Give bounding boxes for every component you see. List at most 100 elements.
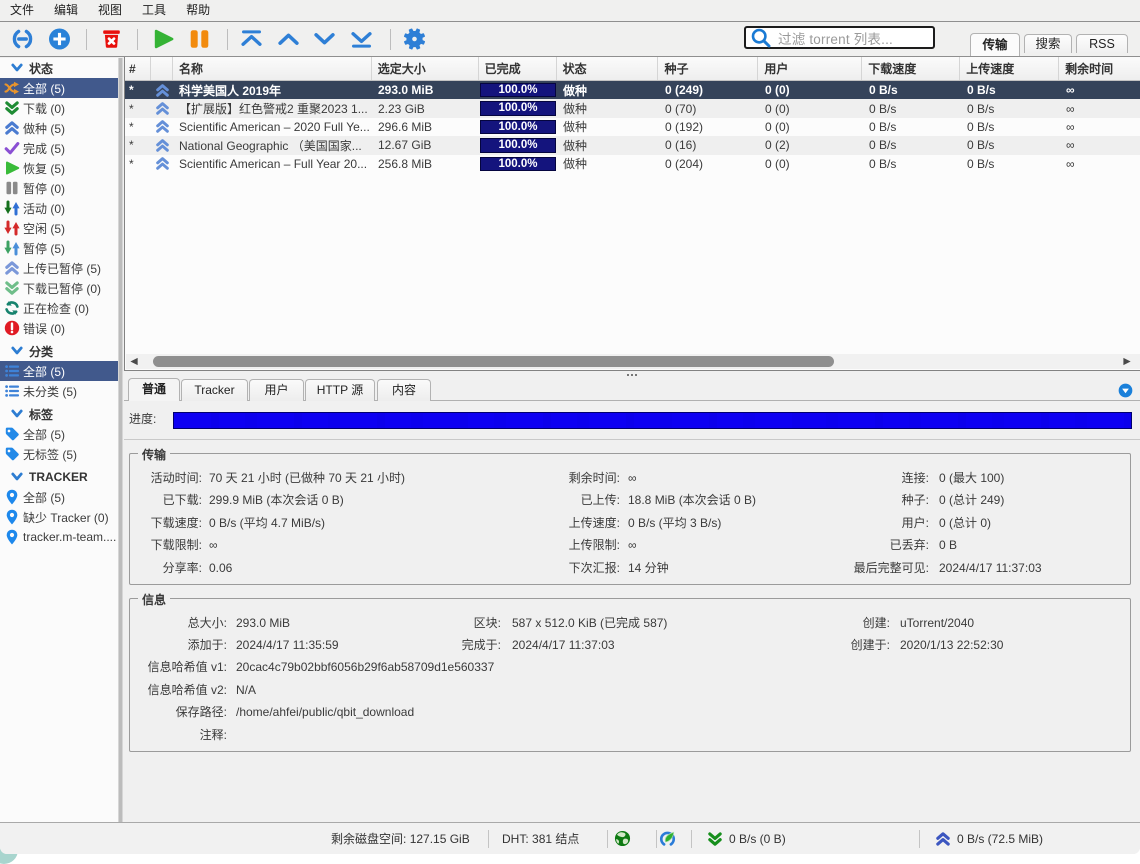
sidebar-item-tag-untagged[interactable]: 无标签 (5) <box>0 444 118 464</box>
details-panel-general: 进度: 传输 活动时间:70 天 21 小时 (已做种 70 天 21 小时) … <box>124 401 1140 854</box>
menu-view[interactable]: 视图 <box>88 0 132 21</box>
torrent-name: National Geographic （美国国家... <box>173 137 372 154</box>
torrent-row[interactable]: * 【扩展版】红色警戒2 重聚2023 1... 2.23 GiB 100.0%… <box>125 99 1140 117</box>
information-fieldset: 信息 总大小:293.0 MiB 区块:587 x 512.0 KiB (已完成… <box>129 598 1131 752</box>
move-up-button[interactable] <box>276 27 300 51</box>
connection-status[interactable] <box>614 823 631 854</box>
sidebar-item-status-completed[interactable]: 完成 (5) <box>0 138 118 158</box>
column-header-down-speed[interactable]: 下载速度 <box>862 57 960 80</box>
move-up-icon <box>277 28 300 50</box>
sidebar-item-status-seeding[interactable]: 做种 (5) <box>0 118 118 138</box>
tracker-group-header[interactable]: TRACKER <box>0 467 118 487</box>
torrent-filter-input[interactable]: 过滤 torrent 列表... <box>744 26 935 49</box>
torrent-row[interactable]: * National Geographic （美国国家... 12.67 GiB… <box>125 136 1140 154</box>
move-down-icon <box>313 28 336 50</box>
tab-trackers[interactable]: Tracker <box>181 379 248 401</box>
sidebar-item-status-resumed[interactable]: 恢复 (5) <box>0 158 118 178</box>
torrent-row[interactable]: * Scientific American – 2020 Full Ye... … <box>125 118 1140 136</box>
status-group-header[interactable]: 状态 <box>0 58 118 78</box>
torrent-table: # 名称 选定大小 已完成 状态 种子 用户 下载速度 上传速度 剩余时间 * … <box>124 57 1140 371</box>
scroll-left-arrow[interactable]: ◀ <box>126 354 142 369</box>
sidebar-item-status-stalled-downloading[interactable]: 下载已暂停 (0) <box>0 278 118 298</box>
move-top-icon <box>240 28 263 50</box>
tab-search[interactable]: 搜索 <box>1024 34 1072 53</box>
tab-general[interactable]: 普通 <box>128 378 180 401</box>
sidebar-item-tracker-trackerless[interactable]: 缺少 Tracker (0) <box>0 507 118 527</box>
add-torrent-file-button[interactable] <box>47 27 71 51</box>
pause-button[interactable] <box>187 27 211 51</box>
column-header-name[interactable]: 名称 <box>173 57 372 80</box>
trash-icon <box>100 28 123 50</box>
tab-rss[interactable]: RSS <box>1076 34 1128 53</box>
arrows-down-up-icon <box>4 240 20 256</box>
torrent-row[interactable]: * Scientific American – Full Year 20... … <box>125 155 1140 173</box>
sidebar-item-category-uncategorized[interactable]: 未分类 (5) <box>0 381 118 401</box>
column-header-done[interactable]: 已完成 <box>479 57 557 80</box>
sidebar-item-status-active[interactable]: 活动 (0) <box>0 198 118 218</box>
checkmark-icon <box>4 140 20 156</box>
category-list-icon <box>4 383 20 399</box>
add-torrent-link-button[interactable] <box>10 27 34 51</box>
sidebar-item-status-downloading[interactable]: 下载 (0) <box>0 98 118 118</box>
sidebar-item-tag-all[interactable]: 全部 (5) <box>0 424 118 444</box>
scrollbar-thumb[interactable] <box>153 356 834 367</box>
search-icon <box>750 27 772 49</box>
torrent-row[interactable]: * 科学美国人 2019年 293.0 MiB 100.0% 做种 0 (249… <box>125 81 1140 99</box>
upload-speed-status[interactable]: 0 B/s (72.5 MiB) <box>935 823 1043 854</box>
column-header-seeds[interactable]: 种子 <box>658 57 758 80</box>
sidebar-item-status-checking[interactable]: 正在检查 (0) <box>0 298 118 318</box>
tab-transfers[interactable]: 传输 <box>970 33 1020 57</box>
category-group-header[interactable]: 分类 <box>0 341 118 361</box>
play-icon <box>152 28 175 50</box>
move-down-button[interactable] <box>312 27 336 51</box>
field-row: 分享率:0.06 下次汇报:14 分钟 最后完整可见:2024/4/17 11:… <box>130 559 1130 577</box>
tab-http-sources[interactable]: HTTP 源 <box>305 379 375 401</box>
sidebar-item-status-errored[interactable]: 错误 (0) <box>0 318 118 338</box>
chevron-down-icon <box>10 61 24 75</box>
column-header-up-speed[interactable]: 上传速度 <box>960 57 1059 80</box>
sidebar-splitter[interactable] <box>118 58 123 822</box>
tab-peers[interactable]: 用户 <box>249 379 304 401</box>
sidebar-item-status-paused[interactable]: 暂停 (0) <box>0 178 118 198</box>
transfer-fieldset: 传输 活动时间:70 天 21 小时 (已做种 70 天 21 小时) 剩余时间… <box>129 453 1131 585</box>
column-header-size[interactable]: 选定大小 <box>372 57 479 80</box>
menu-help[interactable]: 帮助 <box>176 0 220 21</box>
map-pin-icon <box>4 529 20 545</box>
seeding-icon <box>155 83 170 98</box>
field-row: 下载限制:∞ 上传限制:∞ 已丢弃:0 B <box>130 536 1130 554</box>
seeding-icon <box>155 138 170 153</box>
resume-button[interactable] <box>151 27 175 51</box>
scroll-right-arrow[interactable]: ▶ <box>1119 354 1135 369</box>
tab-content[interactable]: 内容 <box>377 379 431 401</box>
details-splitter[interactable] <box>124 371 1140 378</box>
sidebar-item-status-all[interactable]: 全部 (5) <box>0 78 118 98</box>
column-header-number[interactable]: # <box>125 57 151 80</box>
menu-edit[interactable]: 编辑 <box>44 0 88 21</box>
tag-icon <box>4 426 20 442</box>
horizontal-scrollbar[interactable]: ◀ ▶ <box>126 354 1140 369</box>
sidebar-item-status-inactive[interactable]: 空闲 (5) <box>0 218 118 238</box>
sidebar-item-tracker-mteam[interactable]: tracker.m-team.... <box>0 527 118 547</box>
collapse-details-icon[interactable] <box>1118 383 1133 398</box>
column-header-eta[interactable]: 剩余时间 <box>1059 57 1140 80</box>
options-button[interactable] <box>402 27 426 51</box>
move-bottom-button[interactable] <box>349 27 373 51</box>
progress-bar: 100.0% <box>480 157 556 172</box>
column-header-peers[interactable]: 用户 <box>758 57 862 80</box>
column-header-status-icon[interactable] <box>151 57 173 80</box>
double-chevron-down-icon <box>4 100 20 116</box>
column-header-status[interactable]: 状态 <box>557 57 659 80</box>
sidebar-item-category-all[interactable]: 全部 (5) <box>0 361 118 381</box>
menu-file[interactable]: 文件 <box>0 0 44 21</box>
plus-circle-icon <box>48 28 71 50</box>
sidebar-item-status-stalled[interactable]: 暂停 (5) <box>0 238 118 258</box>
delete-button[interactable] <box>99 27 123 51</box>
sidebar-item-status-stalled-uploading[interactable]: 上传已暂停 (5) <box>0 258 118 278</box>
tag-group-header[interactable]: 标签 <box>0 404 118 424</box>
play-icon <box>4 160 20 176</box>
menu-tools[interactable]: 工具 <box>132 0 176 21</box>
sidebar-item-tracker-all[interactable]: 全部 (5) <box>0 487 118 507</box>
alt-speed-toggle[interactable] <box>659 823 676 854</box>
move-top-button[interactable] <box>239 27 263 51</box>
download-speed-status[interactable]: 0 B/s (0 B) <box>707 823 786 854</box>
